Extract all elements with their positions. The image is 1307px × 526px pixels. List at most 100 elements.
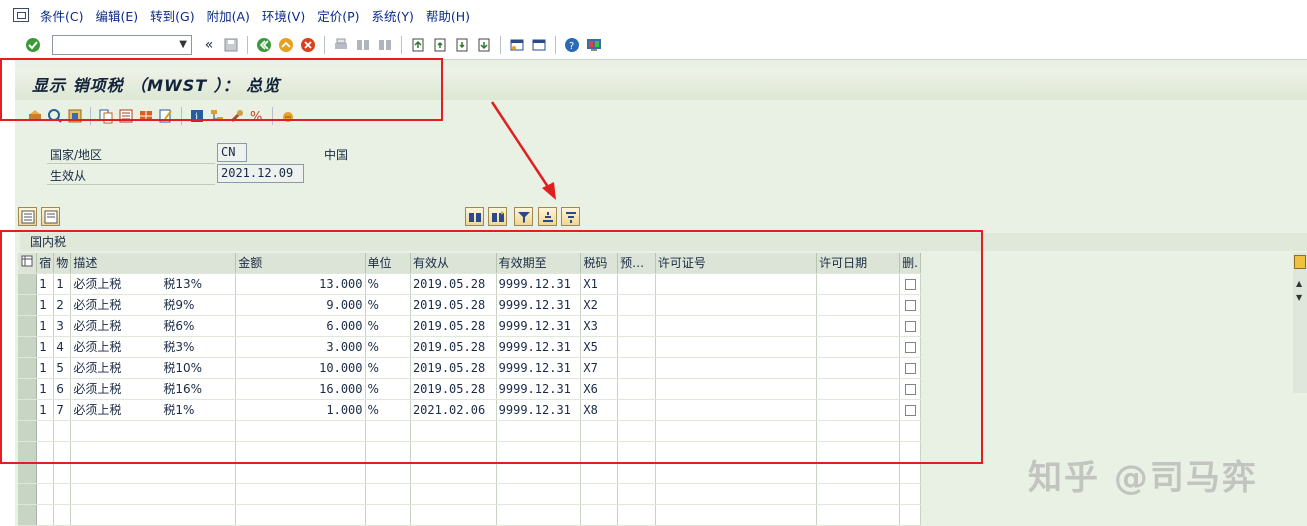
help-icon[interactable]: ? xyxy=(564,37,580,53)
table-cell xyxy=(36,504,55,526)
row-selector[interactable] xyxy=(18,504,38,526)
table-cell xyxy=(899,462,921,484)
command-field[interactable]: ▼ xyxy=(52,34,192,55)
shortcut-icon[interactable] xyxy=(531,37,547,53)
table-row[interactable] xyxy=(18,483,921,505)
vertical-scrollbar[interactable]: ▲ ▼ xyxy=(1293,253,1307,393)
find-icon[interactable] xyxy=(355,37,371,53)
label-underline xyxy=(47,163,215,164)
window-menu-icon[interactable] xyxy=(13,8,29,22)
menu-environment[interactable]: 环境(V) xyxy=(262,6,305,25)
toolbar-separator xyxy=(555,35,556,54)
table-cell xyxy=(365,462,411,484)
table-cell xyxy=(70,504,237,526)
sort-ascending-icon[interactable] xyxy=(538,207,557,226)
deselect-all-icon[interactable] xyxy=(41,207,60,226)
first-page-icon[interactable] xyxy=(410,37,426,53)
table-cell xyxy=(655,504,818,526)
table-row[interactable] xyxy=(18,504,921,526)
annotation-arrow-icon xyxy=(490,101,556,200)
table-cell xyxy=(410,504,497,526)
new-session-icon[interactable] xyxy=(509,37,525,53)
find-next-icon[interactable] xyxy=(488,207,507,226)
menu-extras[interactable]: 附加(A) xyxy=(207,6,250,25)
svg-text:?: ? xyxy=(569,41,574,52)
annotation-box-grid xyxy=(0,230,983,464)
table-cell xyxy=(655,462,818,484)
table-cell xyxy=(580,462,619,484)
cancel-icon[interactable] xyxy=(300,37,316,53)
table-cell xyxy=(235,483,366,505)
menu-bar: 条件(C) 编辑(E) 转到(G) 附加(A) 环境(V) 定价(P) 系统(Y… xyxy=(0,0,1307,30)
table-cell xyxy=(235,504,366,526)
table-cell xyxy=(365,483,411,505)
valid-from-field[interactable]: 2021.12.09 xyxy=(217,164,304,183)
table-cell xyxy=(70,462,237,484)
last-page-icon[interactable] xyxy=(476,37,492,53)
find-next-icon[interactable] xyxy=(377,37,393,53)
menu-pricing[interactable]: 定价(P) xyxy=(317,6,359,25)
label-underline xyxy=(47,184,215,185)
exit-icon[interactable] xyxy=(278,37,294,53)
table-cell xyxy=(410,462,497,484)
annotation-box-title xyxy=(0,58,443,121)
table-cell xyxy=(70,483,237,505)
table-cell xyxy=(53,483,72,505)
table-cell xyxy=(580,483,619,505)
table-cell xyxy=(36,462,55,484)
scroll-up-icon[interactable]: ▲ xyxy=(1296,279,1302,288)
country-label: 国家/地区 xyxy=(50,148,103,162)
table-cell xyxy=(496,504,582,526)
table-cell xyxy=(617,483,656,505)
toolbar-separator xyxy=(500,35,501,54)
back-icon[interactable] xyxy=(256,37,272,53)
table-cell xyxy=(617,504,656,526)
table-cell xyxy=(235,462,366,484)
filter-icon[interactable] xyxy=(514,207,533,226)
menu-system[interactable]: 系统(Y) xyxy=(372,6,414,25)
table-cell xyxy=(53,504,72,526)
select-all-icon[interactable] xyxy=(18,207,37,226)
save-icon[interactable] xyxy=(223,37,239,53)
table-cell xyxy=(410,483,497,505)
country-field[interactable]: CN xyxy=(217,143,247,162)
menu-edit[interactable]: 编辑(E) xyxy=(95,6,138,25)
table-cell xyxy=(365,504,411,526)
watermark: 知乎 @司马弈 xyxy=(1028,458,1258,498)
standard-toolbar: ▼ « ? xyxy=(0,30,1307,60)
table-cell xyxy=(816,504,901,526)
toolbar-separator xyxy=(401,35,402,54)
chevron-down-icon[interactable]: ▼ xyxy=(179,39,187,50)
toolbar-separator xyxy=(324,35,325,54)
print-icon[interactable] xyxy=(333,37,349,53)
country-name: 中国 xyxy=(324,148,349,162)
table-cell xyxy=(36,483,55,505)
layout-settings-icon[interactable] xyxy=(586,37,602,53)
row-selector[interactable] xyxy=(18,483,38,505)
table-cell xyxy=(580,504,619,526)
enter-check-icon[interactable] xyxy=(25,37,41,53)
table-cell xyxy=(496,462,582,484)
previous-page-icon[interactable] xyxy=(432,37,448,53)
collapse-arrows-icon[interactable]: « xyxy=(201,37,217,53)
next-page-icon[interactable] xyxy=(454,37,470,53)
table-cell xyxy=(899,504,921,526)
table-cell xyxy=(655,483,818,505)
sort-descending-icon[interactable] xyxy=(561,207,580,226)
menu-help[interactable]: 帮助(H) xyxy=(426,6,470,25)
row-selector[interactable] xyxy=(18,462,38,484)
table-cell xyxy=(496,483,582,505)
table-cell xyxy=(816,462,901,484)
table-cell xyxy=(899,483,921,505)
table-cell xyxy=(617,462,656,484)
menu-goto[interactable]: 转到(G) xyxy=(150,6,194,25)
find-icon[interactable] xyxy=(465,207,484,226)
menu-conditions[interactable]: 条件(C) xyxy=(40,6,83,25)
table-row[interactable] xyxy=(18,462,921,484)
table-cell xyxy=(816,483,901,505)
scroll-down-icon[interactable]: ▼ xyxy=(1296,293,1302,302)
table-cell xyxy=(53,462,72,484)
toolbar-separator xyxy=(247,35,248,54)
valid-from-label: 生效从 xyxy=(50,169,87,183)
column-chooser-icon[interactable] xyxy=(1294,255,1306,269)
